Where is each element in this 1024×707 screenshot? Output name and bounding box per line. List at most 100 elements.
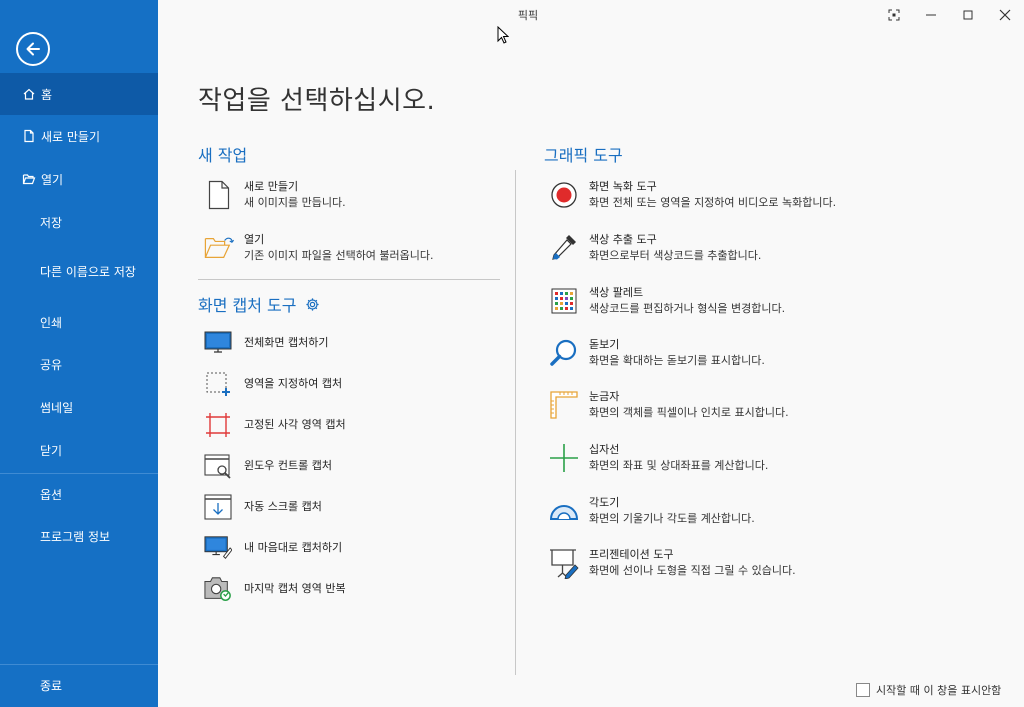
back-button[interactable] <box>16 32 50 66</box>
minimize-button[interactable] <box>917 4 945 26</box>
camera-repeat-icon <box>204 574 232 604</box>
sidebar-item-share[interactable]: 공유 <box>0 343 158 385</box>
gear-icon[interactable] <box>305 297 320 312</box>
new-task-section-title: 새 작업 <box>198 146 248 165</box>
capture-section-title: 화면 캡처 도구 <box>198 292 320 316</box>
sidebar-item-home[interactable]: 홈 <box>0 73 158 115</box>
capture-region-item[interactable]: 영역을 지정하여 캡처 <box>204 369 342 399</box>
item-title: 열기 <box>244 233 265 246</box>
capture-scroll-item[interactable]: 자동 스크롤 캡처 <box>204 492 322 522</box>
item-desc: 새 이미지를 만듭니다. <box>244 196 346 209</box>
protractor-item[interactable]: 각도기 화면의 기울기나 각도를 계산합니다. <box>549 494 755 528</box>
close-icon <box>999 9 1011 21</box>
sidebar-item-thumbnail[interactable]: 썸네일 <box>0 386 158 428</box>
capture-window-button[interactable] <box>880 4 908 26</box>
sidebar-item-exit[interactable]: 종료 <box>0 664 158 706</box>
sidebar-item-label: 프로그램 정보 <box>40 529 111 544</box>
folder-open-icon <box>22 172 36 186</box>
item-title: 색상 팔레트 <box>589 286 644 299</box>
sidebar-item-close[interactable]: 닫기 <box>0 429 158 471</box>
mouse-cursor-icon <box>497 25 510 48</box>
item-desc: 화면에 선이나 도형을 직접 그릴 수 있습니다. <box>589 564 796 577</box>
file-icon <box>22 129 36 143</box>
magnifier-item[interactable]: 돋보기 화면을 확대하는 돋보기를 표시합니다. <box>549 336 765 370</box>
capture-section-label: 화면 캡처 도구 <box>198 296 297 315</box>
sidebar-item-label: 종료 <box>40 678 63 693</box>
ruler-item[interactable]: 눈금자 화면의 객체를 픽셀이나 인치로 표시합니다. <box>549 388 789 422</box>
dont-show-on-start[interactable]: 시작할 때 이 창을 표시안함 <box>856 682 1001 698</box>
item-label: 영역을 지정하여 캡처 <box>244 377 343 390</box>
sidebar-item-label: 다른 이름으로 저장 <box>40 264 136 279</box>
dont-show-label: 시작할 때 이 창을 표시안함 <box>876 684 1002 697</box>
capture-fixed-region-item[interactable]: 고정된 사각 영역 캡처 <box>204 410 346 440</box>
item-title: 각도기 <box>589 496 620 509</box>
item-desc: 기존 이미지 파일을 선택하여 불러옵니다. <box>244 249 434 262</box>
home-icon <box>22 87 36 101</box>
sidebar-item-label: 열기 <box>41 172 64 187</box>
presentation-tool-item[interactable]: 프리젠테이션 도구 화면에 선이나 도형을 직접 그릴 수 있습니다. <box>549 546 796 580</box>
sidebar-item-new[interactable]: 새로 만들기 <box>0 115 158 157</box>
capture-repeat-item[interactable]: 마지막 캡처 영역 반복 <box>204 574 346 604</box>
region-select-icon <box>204 369 232 399</box>
fixed-region-icon <box>204 410 232 440</box>
sidebar-item-label: 닫기 <box>40 443 63 458</box>
screen-recorder-item[interactable]: 화면 녹화 도구 화면 전체 또는 영역을 지정하여 비디오로 녹화합니다. <box>549 178 836 212</box>
sidebar-item-label: 공유 <box>40 357 63 372</box>
palette-grid-icon <box>549 284 579 318</box>
item-desc: 화면으로부터 색상코드를 추출합니다. <box>589 249 762 262</box>
item-desc: 화면의 객체를 픽셀이나 인치로 표시합니다. <box>589 406 789 419</box>
item-title: 돋보기 <box>589 338 620 351</box>
sidebar-item-about[interactable]: 프로그램 정보 <box>0 515 158 557</box>
protractor-icon <box>549 494 579 528</box>
eyedropper-icon <box>549 231 579 265</box>
sidebar-item-print[interactable]: 인쇄 <box>0 301 158 343</box>
new-file-icon <box>204 178 234 212</box>
record-icon <box>549 178 579 212</box>
sidebar-item-label: 옵션 <box>40 487 63 502</box>
ruler-icon <box>549 388 579 422</box>
sidebar-item-label: 인쇄 <box>40 315 63 330</box>
sidebar-item-label: 홈 <box>41 87 53 102</box>
item-label: 전체화면 캡처하기 <box>244 336 329 349</box>
new-image-item[interactable]: 새로 만들기 새 이미지를 만듭니다. <box>204 178 346 212</box>
sidebar-item-save-as[interactable]: 다른 이름으로 저장 <box>0 250 158 292</box>
maximize-button[interactable] <box>954 4 982 26</box>
dont-show-checkbox[interactable] <box>856 683 870 697</box>
sidebar-item-label: 새로 만들기 <box>41 129 101 144</box>
item-title: 십자선 <box>589 443 620 456</box>
arrow-left-icon <box>26 42 40 56</box>
sidebar-item-label: 썸네일 <box>40 400 74 415</box>
monitor-icon <box>204 328 232 358</box>
capture-fullscreen-item[interactable]: 전체화면 캡처하기 <box>204 328 328 358</box>
item-desc: 색상코드를 편집하거나 형식을 변경합니다. <box>589 302 786 315</box>
item-title: 눈금자 <box>589 390 620 403</box>
presentation-board-icon <box>549 546 579 580</box>
color-palette-item[interactable]: 색상 팔레트 색상코드를 편집하거나 형식을 변경합니다. <box>549 284 785 318</box>
crosshair-icon <box>549 441 579 475</box>
page-title: 작업을 선택하십시오. <box>198 86 436 116</box>
item-desc: 화면의 좌표 및 상대좌표를 계산합니다. <box>589 459 769 472</box>
color-picker-item[interactable]: 색상 추출 도구 화면으로부터 색상코드를 추출합니다. <box>549 231 761 265</box>
scroll-down-icon <box>204 492 232 522</box>
minimize-icon <box>926 14 936 16</box>
item-desc: 화면을 확대하는 돋보기를 표시합니다. <box>589 354 765 367</box>
sidebar-item-open[interactable]: 열기 <box>0 158 158 200</box>
close-button[interactable] <box>991 4 1019 26</box>
item-title: 새로 만들기 <box>244 180 299 193</box>
sidebar-item-label: 저장 <box>40 215 63 230</box>
item-title: 화면 녹화 도구 <box>589 180 657 193</box>
capture-window-control-item[interactable]: 윈도우 컨트롤 캡처 <box>204 451 332 481</box>
sidebar-item-options[interactable]: 옵션 <box>0 473 158 515</box>
sidebar-item-save[interactable]: 저장 <box>0 201 158 243</box>
item-desc: 화면 전체 또는 영역을 지정하여 비디오로 녹화합니다. <box>589 196 837 209</box>
open-file-item[interactable]: 열기 기존 이미지 파일을 선택하여 불러옵니다. <box>204 231 434 265</box>
crosshair-item[interactable]: 십자선 화면의 좌표 및 상대좌표를 계산합니다. <box>549 441 768 475</box>
capture-freehand-item[interactable]: 내 마음대로 캡처하기 <box>204 533 342 563</box>
magnifier-icon <box>549 336 579 370</box>
item-label: 마지막 캡처 영역 반복 <box>244 582 346 595</box>
column-divider <box>515 170 516 675</box>
monitor-pen-icon <box>204 533 232 563</box>
item-title: 프리젠테이션 도구 <box>589 548 674 561</box>
section-divider <box>198 279 500 280</box>
item-label: 내 마음대로 캡처하기 <box>244 541 343 554</box>
